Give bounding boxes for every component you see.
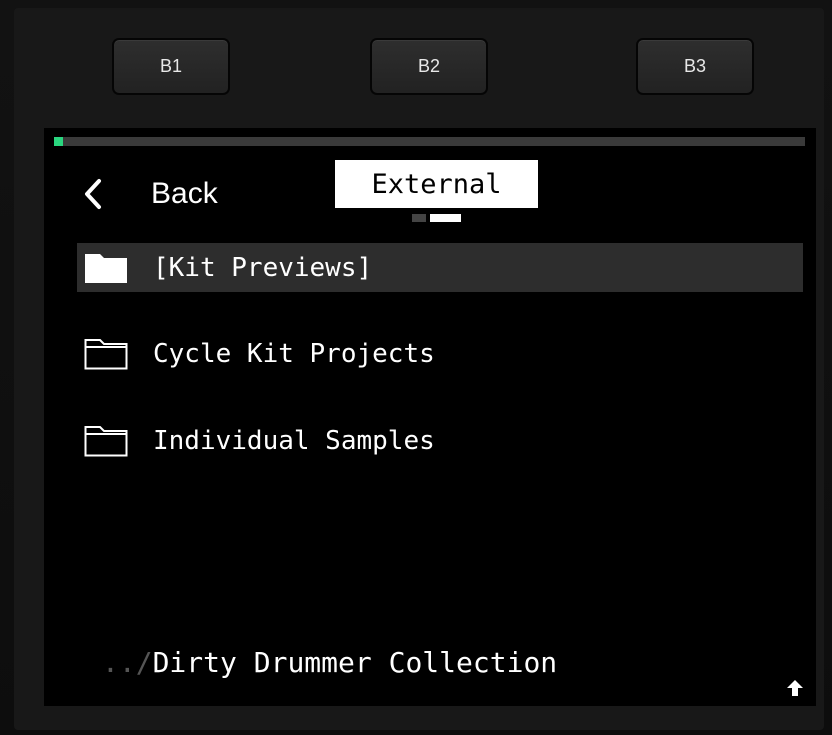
display-screen: Back External [Kit Previews] Cycle Kit P… [44, 128, 816, 706]
hardware-button-b3[interactable]: B3 [636, 38, 754, 95]
list-item-label: Cycle Kit Projects [153, 338, 435, 369]
back-label: Back [151, 177, 218, 210]
back-button[interactable]: Back [80, 170, 218, 218]
list-item-label: [Kit Previews] [153, 252, 373, 283]
page-dot [412, 214, 426, 222]
current-path: ../Dirty Drummer Collection [102, 646, 557, 679]
folder-outline-icon [84, 338, 128, 369]
arrow-up-icon[interactable] [784, 677, 806, 699]
page-dot-active [430, 214, 461, 222]
tab-external[interactable]: External [335, 160, 538, 208]
list-item-cycle-kit-projects[interactable]: Cycle Kit Projects [77, 329, 803, 378]
folder-filled-icon [85, 253, 127, 283]
page-indicator [412, 214, 461, 222]
list-item-label: Individual Samples [153, 425, 435, 456]
list-item-kit-previews[interactable]: [Kit Previews] [77, 243, 803, 292]
path-prefix: ../ [102, 646, 153, 679]
chevron-left-icon [85, 179, 101, 209]
list-item-individual-samples[interactable]: Individual Samples [77, 416, 803, 465]
path-folder-name: Dirty Drummer Collection [152, 646, 558, 679]
progress-bar [54, 137, 805, 146]
folder-outline-icon [84, 425, 128, 456]
device-panel: B1 B2 B3 Back External [Kit Previews] Cy… [0, 0, 832, 735]
hardware-button-b1[interactable]: B1 [112, 38, 230, 95]
progress-bar-fill [54, 137, 63, 146]
hardware-button-b2[interactable]: B2 [370, 38, 488, 95]
